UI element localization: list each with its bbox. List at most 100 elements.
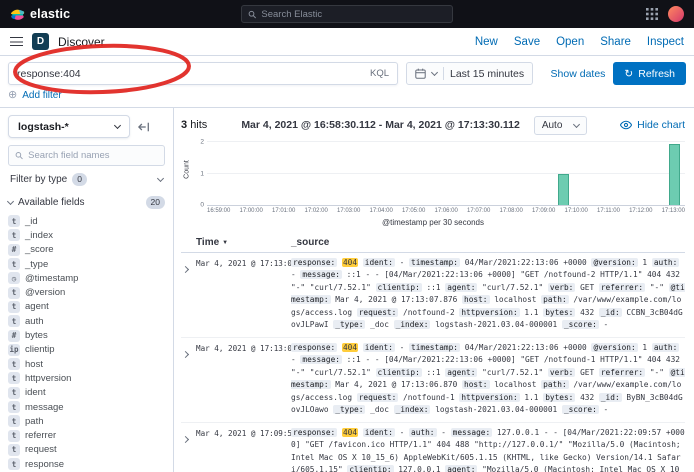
field-search-input[interactable]	[28, 150, 158, 161]
sidebar-field-auth[interactable]: tauth	[8, 314, 165, 328]
field-value: -	[400, 428, 405, 437]
refresh-button[interactable]: ↻ Refresh	[613, 62, 686, 85]
field-key: @version:	[591, 343, 637, 352]
nav-action-new[interactable]: New	[475, 36, 498, 48]
field-value: -	[400, 343, 405, 352]
brand-label: elastic	[30, 7, 70, 21]
sidebar-field-index[interactable]: t_index	[8, 228, 165, 242]
sidebar-field-clientip[interactable]: ipclientip	[8, 343, 165, 357]
field-search[interactable]	[8, 145, 165, 166]
x-tick-label: 17:09:00	[532, 208, 555, 214]
histogram-bar[interactable]	[558, 174, 569, 205]
field-name: response	[25, 459, 64, 470]
chevron-down-icon	[114, 122, 121, 129]
sort-desc-icon: ▼	[222, 240, 228, 246]
sidebar-field-score[interactable]: #_score	[8, 243, 165, 257]
field-type-icon: t	[8, 372, 20, 384]
query-input-wrap: KQL	[8, 62, 398, 85]
x-tick-label: 17:12:00	[629, 208, 652, 214]
field-value: "curl/7.52.1"	[482, 283, 543, 292]
field-type-icon: t	[8, 215, 20, 227]
x-tick-label: 17:11:00	[597, 208, 620, 214]
field-value: "curl/7.52.1"	[482, 368, 543, 377]
sidebar-field-id[interactable]: t_id	[8, 214, 165, 228]
show-dates-button[interactable]: Show dates	[551, 68, 606, 80]
doc-source: response: 404 ident: - timestamp: 04/Mar…	[291, 342, 685, 417]
sidebar-field-request[interactable]: trequest	[8, 443, 165, 457]
user-avatar[interactable]	[668, 6, 684, 22]
sidebar-field-referrer[interactable]: treferrer	[8, 428, 165, 442]
field-key: _score:	[562, 405, 599, 414]
field-key: _type:	[333, 320, 365, 329]
field-value: -	[604, 320, 609, 329]
field-key: clientip:	[347, 465, 393, 472]
sidebar-field-type[interactable]: t_type	[8, 257, 165, 271]
collapse-sidebar-icon[interactable]	[138, 121, 150, 133]
histogram-bar[interactable]	[669, 144, 680, 205]
doc-time: Mar 4, 2021 @ 17:09:58.278	[196, 427, 291, 472]
field-value: localhost	[494, 380, 536, 389]
x-tick-label: 17:02:00	[305, 208, 328, 214]
query-input[interactable]	[17, 68, 364, 80]
x-tick-label: 17:10:00	[565, 208, 588, 214]
hide-chart-button[interactable]: Hide chart	[620, 119, 685, 131]
field-name: httpversion	[25, 373, 71, 384]
field-type-icon: t	[8, 401, 20, 413]
expand-doc-icon[interactable]	[181, 342, 196, 417]
time-column-header[interactable]: Time ▼	[181, 237, 291, 248]
sidebar-field-bytes[interactable]: #bytes	[8, 328, 165, 342]
search-icon	[15, 151, 23, 160]
sidebar-field-ident[interactable]: tident	[8, 386, 165, 400]
sidebar-field-host[interactable]: thost	[8, 357, 165, 371]
field-value: 404	[342, 343, 358, 352]
field-key: httpversion:	[459, 393, 519, 402]
field-name: _type	[25, 259, 48, 270]
chevron-down-icon	[573, 120, 580, 127]
global-search[interactable]	[241, 5, 453, 23]
nav-action-share[interactable]: Share	[600, 36, 631, 48]
chevron-down-icon	[157, 175, 164, 182]
field-name: _score	[25, 244, 54, 255]
add-filter-button[interactable]: Add filter	[22, 90, 61, 101]
time-range-value[interactable]: Last 15 minutes	[450, 68, 524, 80]
field-key: path:	[541, 295, 568, 304]
nav-action-save[interactable]: Save	[514, 36, 540, 48]
expand-doc-icon[interactable]	[181, 257, 196, 332]
global-search-input[interactable]	[261, 9, 446, 20]
field-key: agent:	[445, 368, 477, 377]
menu-hamburger-icon[interactable]	[10, 37, 23, 46]
query-bar: KQL Last 15 minutes Show dates ↻ Refresh	[0, 56, 694, 90]
y-axis-label: Count	[184, 150, 191, 190]
index-pattern-select[interactable]: logstash-*	[8, 115, 130, 138]
sidebar-field-version[interactable]: t@version	[8, 285, 165, 299]
filter-bar: ⊕ Add filter	[0, 90, 694, 108]
sidebar-field-httpversion[interactable]: t httpversion	[8, 371, 165, 385]
chevron-right-icon	[182, 266, 189, 273]
sidebar-field-response[interactable]: tresponse	[8, 457, 165, 471]
app-badge[interactable]: D	[32, 33, 49, 50]
available-fields-header[interactable]: Available fields 20	[8, 196, 165, 209]
field-key: _id:	[599, 308, 622, 317]
query-language-toggle[interactable]: KQL	[364, 68, 389, 79]
field-value: logstash-2021.03.04-000001	[435, 320, 557, 329]
expand-doc-icon[interactable]	[181, 427, 196, 472]
filter-by-type[interactable]: Filter by type 0	[8, 173, 165, 186]
calendar-icon	[415, 68, 426, 79]
y-tick-label: 2	[191, 139, 204, 146]
sidebar-field-message[interactable]: tmessage	[8, 400, 165, 414]
histogram-plot-area: 012	[207, 142, 685, 206]
doc-row: Mar 4, 2021 @ 17:13:07.876response: 404 …	[181, 253, 685, 338]
apps-grid-icon[interactable]	[646, 8, 658, 20]
sidebar-field-timestamp[interactable]: ◷@timestamp	[8, 271, 165, 285]
sidebar-field-path[interactable]: tpath	[8, 414, 165, 428]
field-value: 127.0.0.1	[398, 465, 440, 472]
nav-action-inspect[interactable]: Inspect	[647, 36, 684, 48]
field-name: _index	[25, 230, 53, 241]
interval-select[interactable]: Auto	[534, 116, 588, 135]
sidebar-field-agent[interactable]: tagent	[8, 300, 165, 314]
elastic-brand[interactable]: elastic	[10, 7, 70, 22]
field-value: "-"	[650, 283, 664, 292]
date-picker[interactable]: Last 15 minutes	[406, 62, 533, 85]
field-key: response:	[291, 428, 337, 437]
nav-action-open[interactable]: Open	[556, 36, 584, 48]
